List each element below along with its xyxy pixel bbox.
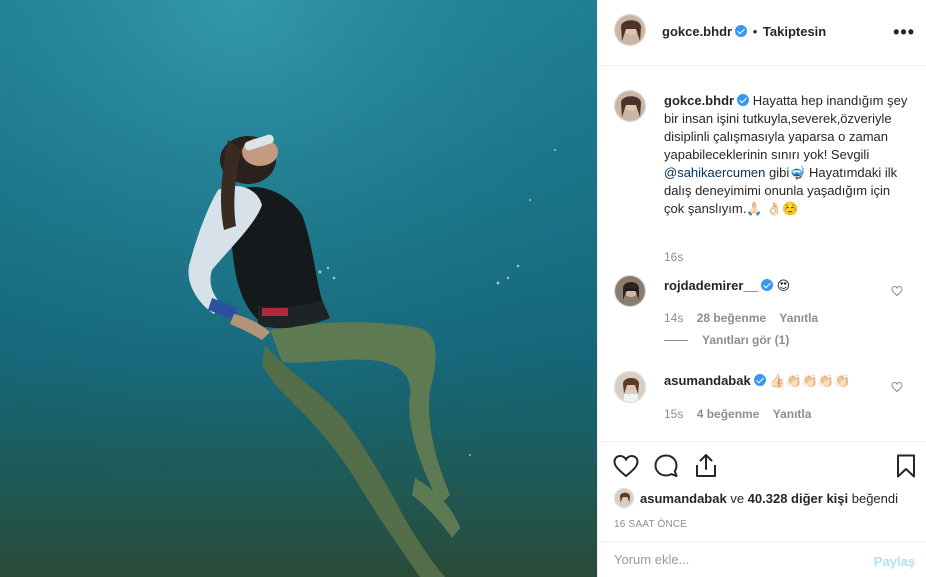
comments-list[interactable]: gokce.bhdr Hayatta hep inandığım şey bir… [598, 67, 926, 440]
post-side-panel: gokce.bhdr • Takiptesin ••• gokce.bhdr H… [597, 0, 926, 577]
heart-icon[interactable] [612, 452, 640, 480]
comment-meta: 14s 28 beğenme Yanıtla [664, 311, 818, 325]
view-replies-button[interactable]: Yanıtları gör (1) [664, 333, 789, 347]
comment-icon[interactable] [652, 452, 680, 480]
verified-badge-icon [735, 25, 748, 37]
author-username[interactable]: gokce.bhdr [662, 24, 732, 39]
post-actions: asumandabak ve 40.328 diğer kişi beğendi… [598, 441, 926, 541]
caption-avatar[interactable] [614, 90, 646, 122]
comment-likes[interactable]: 4 beğenme [697, 407, 760, 421]
post-header: gokce.bhdr • Takiptesin ••• [598, 0, 926, 66]
comment-row: asumandabak 👍🏻👏🏻👏🏻👏🏻👏🏻 [664, 372, 850, 390]
reply-button[interactable]: Yanıtla [779, 311, 818, 325]
liker-username[interactable]: asumandabak [640, 491, 727, 506]
reply-button[interactable]: Yanıtla [773, 407, 812, 421]
comment-likes[interactable]: 28 beğenme [697, 311, 766, 325]
caption-age: 16s [664, 250, 684, 264]
post-comment-button[interactable]: Paylaş [874, 554, 915, 569]
caption-mention-link[interactable]: @sahikaercumen [664, 165, 765, 180]
likes-suffix: beğendi [848, 491, 899, 506]
post-photo[interactable] [0, 0, 597, 577]
verified-badge-icon [760, 279, 773, 291]
verified-badge-icon [737, 94, 750, 106]
comment-text: 😍 [776, 278, 791, 293]
post-timestamp: 16 SAAT ÖNCE [614, 519, 688, 530]
comment-age: 14s [664, 311, 684, 325]
verified-badge-icon [753, 374, 766, 386]
bookmark-icon[interactable] [892, 452, 920, 480]
comment-username[interactable]: asumandabak [664, 373, 751, 388]
caption-username[interactable]: gokce.bhdr [664, 93, 734, 108]
likes-count-link[interactable]: 40.328 diğer kişi [748, 491, 848, 506]
likes-connector: ve [726, 491, 748, 506]
add-comment-bar: Paylaş [598, 541, 926, 577]
comment-username[interactable]: rojdademirer__ [664, 278, 758, 293]
avatar-image [615, 15, 645, 45]
share-icon[interactable] [692, 452, 720, 480]
separator-dot: • [752, 24, 758, 39]
likes-summary: asumandabak ve 40.328 diğer kişi beğendi [614, 488, 898, 508]
comment-row: rojdademirer__ 😍 [664, 277, 790, 295]
comment-like-heart-icon[interactable] [891, 381, 903, 393]
diver-illustration [0, 0, 597, 577]
header-user-line: gokce.bhdr • Takiptesin [662, 24, 826, 40]
avatar-image [615, 276, 645, 306]
comment-avatar[interactable] [614, 275, 646, 307]
comment-like-heart-icon[interactable] [891, 285, 903, 297]
avatar-image [615, 489, 633, 507]
comment-text: 👍🏻👏🏻👏🏻👏🏻👏🏻 [769, 373, 851, 388]
comment-age: 15s [664, 407, 684, 421]
author-avatar[interactable] [614, 14, 646, 46]
follow-status-button[interactable]: Takiptesin [763, 24, 826, 39]
comment-meta: 15s 4 beğenme Yanıtla [664, 407, 811, 421]
liker-avatar[interactable] [614, 488, 634, 508]
avatar-image [615, 91, 645, 121]
comment-input[interactable] [614, 552, 854, 567]
caption-text: gokce.bhdr Hayatta hep inandığım şey bir… [664, 92, 912, 218]
more-options-icon[interactable]: ••• [893, 22, 915, 43]
avatar-image [615, 372, 645, 402]
comment-avatar[interactable] [614, 371, 646, 403]
